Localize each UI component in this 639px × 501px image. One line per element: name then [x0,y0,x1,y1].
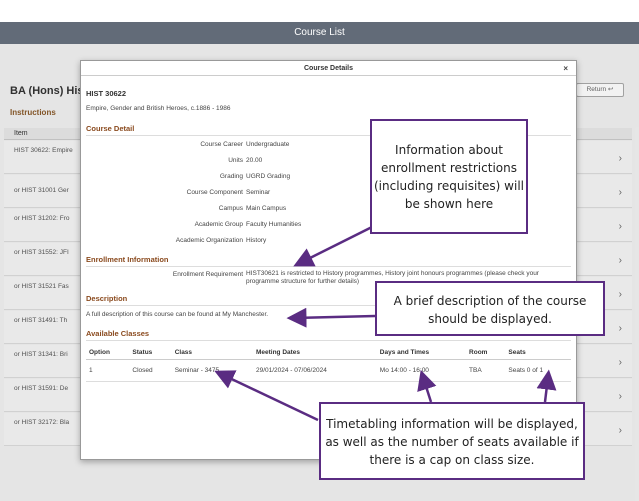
section-course-detail: Course Detail [86,124,135,133]
page-title: Course List [294,27,345,38]
description-text: A full description of this course can be… [86,311,269,318]
col-room: Room [466,346,506,360]
enrollment-requirement-label: Enrollment Requirement [172,271,243,278]
cell-room: TBA [466,359,506,382]
detail-value: Faculty Humanities [246,221,302,228]
cell-option: 1 [86,359,130,382]
section-enrollment: Enrollment Information [86,255,169,264]
section-description: Description [86,294,128,303]
detail-label: Units [228,157,243,164]
top-strip [0,0,639,22]
col-status: Status [129,346,172,360]
detail-label: Academic Organization [175,237,243,244]
close-icon[interactable]: × [563,61,568,76]
detail-label: Course Career [200,141,243,148]
divider [86,340,571,341]
detail-value: Main Campus [246,205,287,212]
page-header: Course List [0,22,639,44]
cell-class: Seminar - 3475 [171,359,253,382]
col-seats: Seats [505,346,571,360]
callout-timetable: Timetabling information will be displaye… [319,402,585,480]
divider [86,266,571,267]
detail-label: Campus [218,205,243,212]
course-code: HIST 30622 [86,89,127,98]
detail-label: Academic Group [194,221,243,228]
detail-label: Course Component [186,189,243,196]
callout-enrollment: Information about enrollment restriction… [370,119,528,234]
col-option: Option [86,346,130,360]
modal-title: Course Details [303,65,354,72]
cell-status: Closed [129,359,172,382]
modal-header: Course Details × [81,61,576,76]
detail-value: Undergraduate [246,141,290,148]
detail-value: 20.00 [246,157,263,164]
section-available-classes: Available Classes [86,329,150,338]
table-header-row: Option Status Class Meeting Dates Days a… [86,346,571,360]
course-name: Empire, Gender and British Heroes, c.188… [86,105,231,112]
cell-days-times: Mo 14:00 - 16:00 [376,359,467,382]
detail-value: Seminar [246,189,271,196]
table-row[interactable]: 1 Closed Seminar - 3475 29/01/2024 - 07/… [86,359,571,382]
detail-label: Grading [219,173,243,180]
callout-description: A brief description of the course should… [375,281,605,336]
detail-value: UGRD Grading [246,173,291,180]
col-days-times: Days and Times [376,346,467,360]
col-class: Class [171,346,253,360]
cell-meeting-dates: 29/01/2024 - 07/06/2024 [252,359,377,382]
classes-table: Option Status Class Meeting Dates Days a… [86,346,571,382]
cell-seats: Seats 0 of 1 [505,359,571,382]
detail-value: History [246,237,267,244]
col-meeting-dates: Meeting Dates [252,346,377,360]
